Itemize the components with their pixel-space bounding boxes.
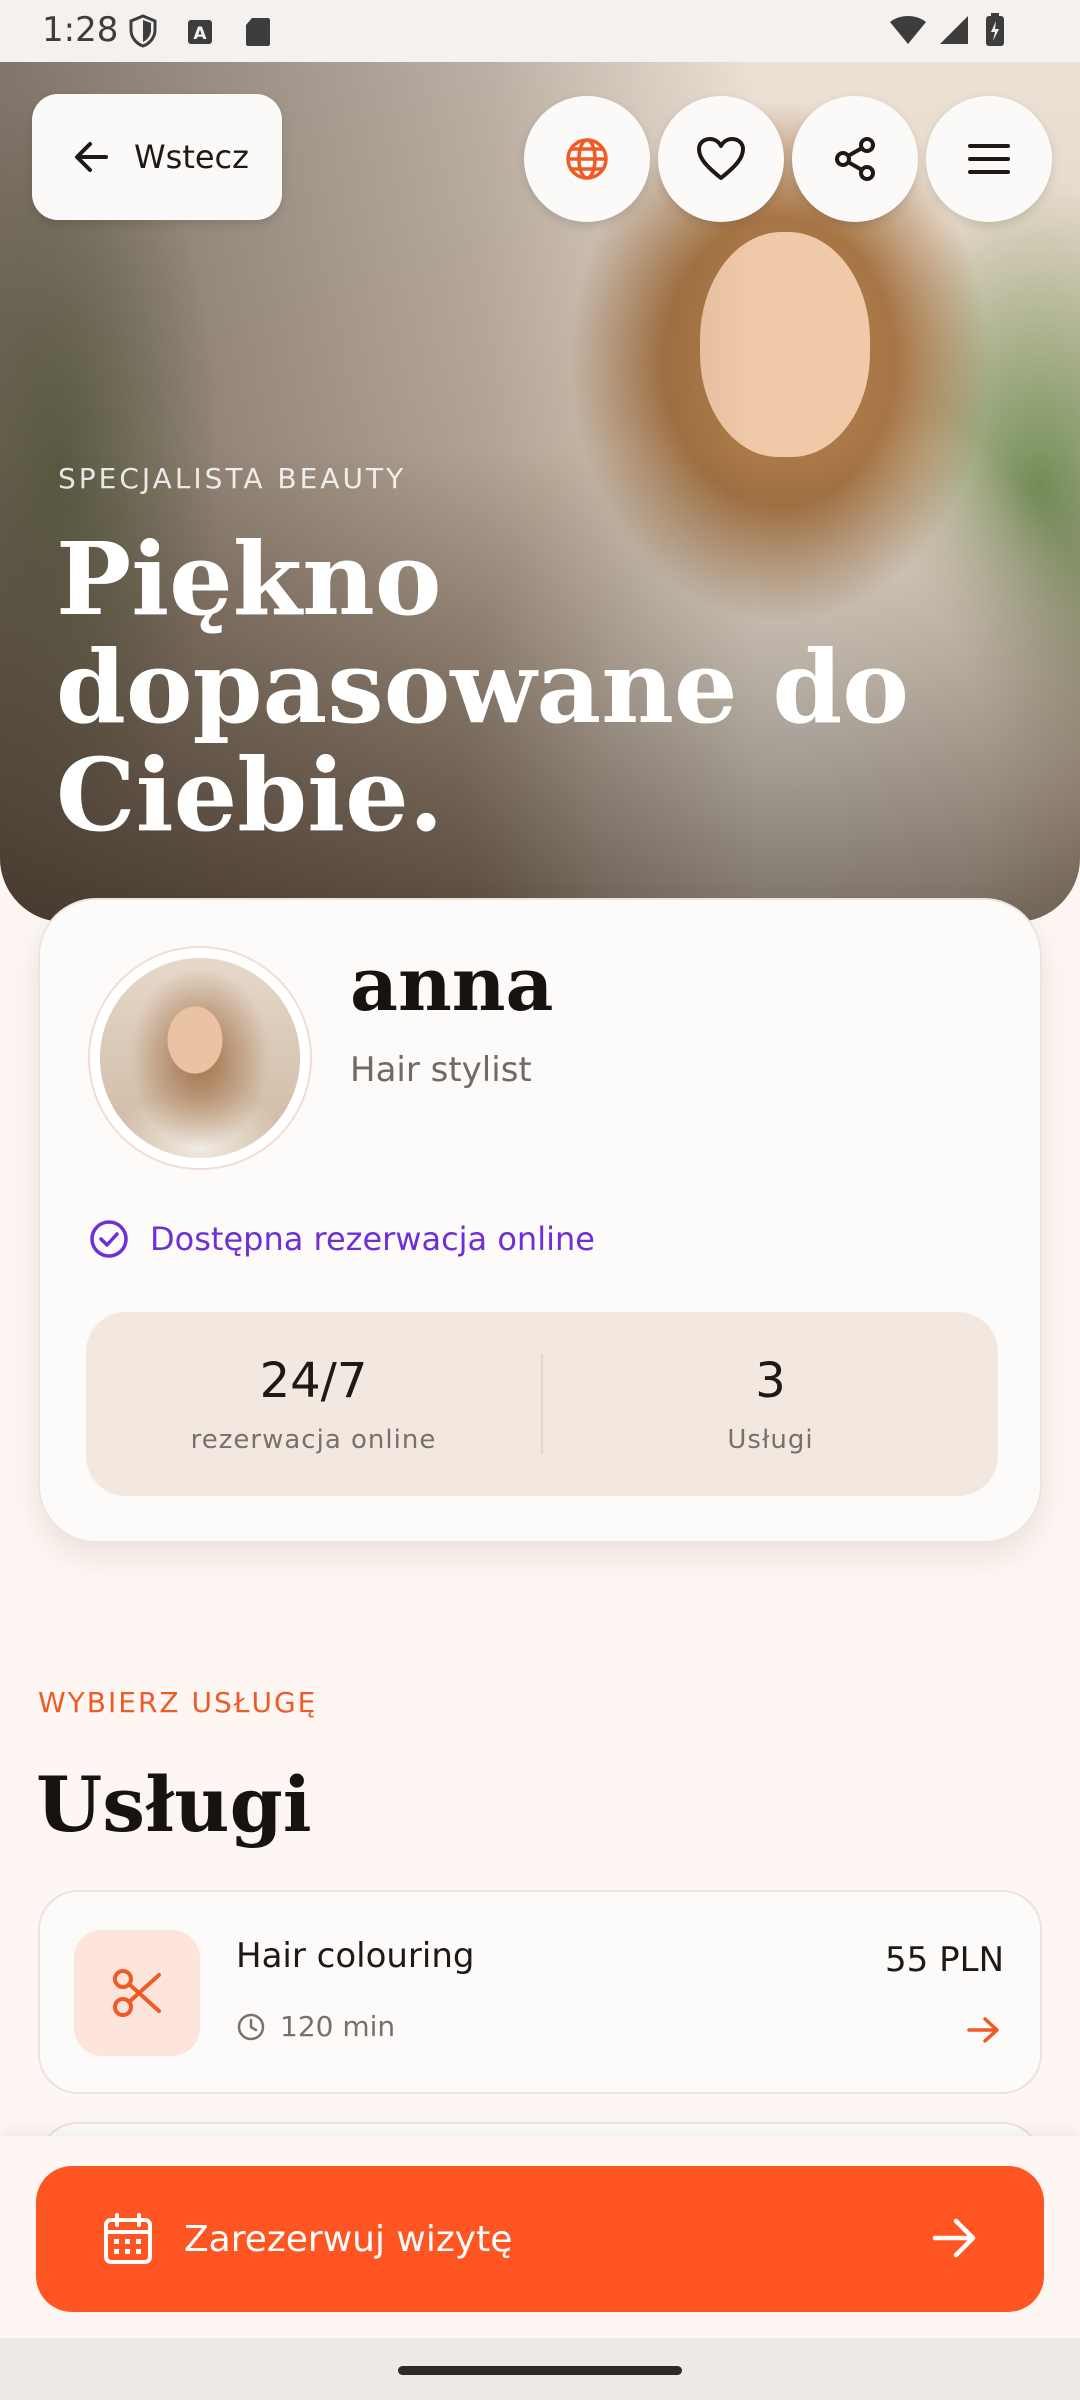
arrow-left-icon (75, 142, 108, 172)
book-appointment-label: Zarezerwuj wizytę (184, 2218, 513, 2260)
favorite-button[interactable] (658, 96, 784, 222)
stat-label: Usługi (727, 1425, 814, 1455)
booking-bar: Zarezerwuj wizytę (0, 2136, 1080, 2338)
stat-label: rezerwacja online (190, 1425, 437, 1455)
sd-card-icon (246, 18, 270, 46)
signal-icon (940, 16, 968, 44)
book-appointment-button[interactable]: Zarezerwuj wizytę (36, 2166, 1044, 2312)
service-price: 55 PLN (885, 1940, 1004, 1980)
hero-eyebrow: SPECJALISTA BEAUTY (58, 462, 407, 495)
clock-icon (237, 2013, 265, 2040)
globe-icon (566, 138, 608, 180)
home-gesture-handle[interactable] (398, 2366, 682, 2375)
hero-headline: Piękno dopasowane do Ciebie. (56, 520, 909, 854)
status-time: 1:28 (42, 10, 119, 50)
scissors-icon (113, 1969, 161, 2017)
stat-value: 3 (755, 1353, 786, 1409)
menu-button[interactable] (926, 96, 1052, 222)
share-icon (835, 137, 875, 181)
back-button[interactable]: Wstecz (32, 94, 282, 220)
online-booking-badge: Dostępna rezerwacja online (88, 1218, 595, 1260)
language-button[interactable] (524, 96, 650, 222)
avatar-photo (100, 958, 300, 1158)
stat-services: 3 Usługi (543, 1312, 998, 1496)
stats-panel: 24/7 rezerwacja online 3 Usługi (86, 1312, 998, 1496)
hamburger-menu-icon (968, 144, 1010, 174)
service-item[interactable]: Hair colouring 120 min 55 PLN (38, 1890, 1042, 2094)
services-eyebrow: WYBIERZ USŁUGĘ (38, 1686, 318, 1719)
back-label: Wstecz (134, 138, 249, 176)
profile-role: Hair stylist (350, 1050, 532, 1090)
check-circle-icon (90, 1220, 128, 1258)
wifi-icon (890, 16, 926, 44)
service-duration-text: 120 min (280, 2010, 396, 2043)
online-booking-text: Dostępna rezerwacja online (150, 1220, 595, 1258)
system-nav-bar (0, 2338, 1080, 2400)
stat-value: 24/7 (259, 1353, 368, 1409)
stat-availability: 24/7 rezerwacja online (86, 1312, 541, 1496)
calendar-icon (104, 2213, 152, 2264)
svg-text:A: A (193, 24, 207, 44)
service-icon-tile (74, 1930, 200, 2056)
profile-name: anna (350, 942, 554, 1028)
service-duration: 120 min (236, 2010, 395, 2043)
profile-card: anna Hair stylist Dostępna rezerwacja on… (38, 898, 1042, 1543)
arrow-right-icon (932, 2218, 976, 2258)
battery-icon (986, 13, 1004, 46)
service-name: Hair colouring (236, 1936, 475, 1976)
status-bar: 1:28 A (0, 0, 1080, 62)
services-title: Usługi (36, 1760, 312, 1849)
shield-icon (129, 14, 157, 48)
avatar (88, 946, 312, 1170)
font-icon: A (188, 20, 212, 44)
arrow-right-icon (967, 2017, 999, 2043)
heart-icon (697, 137, 745, 180)
share-button[interactable] (792, 96, 918, 222)
